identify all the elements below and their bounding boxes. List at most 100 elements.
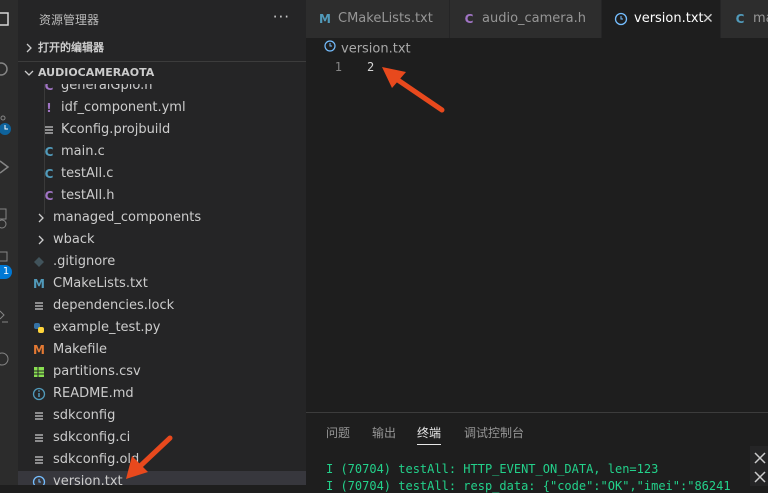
h-file-icon: C (44, 189, 54, 203)
close-icon[interactable]: ✕ (702, 0, 714, 38)
text-file-icon (32, 409, 46, 423)
extensions-icon[interactable] (0, 250, 12, 264)
tree-item-label: CMakeLists.txt (53, 276, 148, 291)
tree-item[interactable]: CgeneralGpio.h (18, 84, 306, 97)
tree-item[interactable]: ! idf_component.yml (18, 97, 306, 119)
tree-item[interactable]: Cmain.c (18, 141, 306, 163)
c-file-icon: C (44, 167, 54, 181)
tree-item-label: testAll.c (61, 166, 114, 181)
c-file-icon: C (735, 12, 745, 26)
tree-item[interactable]: M CMakeLists.txt (18, 273, 306, 295)
tree-item-label: managed_components (53, 210, 202, 225)
tree-item-label: idf_component.yml (61, 100, 186, 115)
explorer-title: 资源管理器 (39, 13, 100, 27)
tree-item-label: dependencies.lock (53, 298, 175, 313)
tree-item[interactable]: wback (18, 229, 306, 251)
tree-item-label: version.txt (53, 474, 123, 485)
tab-output[interactable]: 输出 (372, 424, 396, 444)
tree-item[interactable]: managed_components (18, 207, 306, 229)
breadcrumb[interactable]: version.txt (324, 38, 411, 60)
bottom-panel: 问题 输出 终端 调试控制台 I (70704) testAll: HTTP_E… (306, 412, 768, 493)
chevron-right-icon (34, 233, 48, 247)
remote-explorer-icon[interactable] (0, 208, 12, 229)
info-icon (32, 387, 46, 401)
annotation-arrow (126, 435, 173, 479)
editor-tab[interactable]: M CMakeLists.txt (306, 0, 450, 38)
espressif-icon[interactable] (0, 350, 12, 366)
tree-item-label: Kconfig.projbuild (61, 122, 171, 137)
editor-tab[interactable]: Caudio_camera.h (450, 0, 602, 38)
python-icon (32, 321, 46, 335)
c-file-icon: C (44, 145, 54, 159)
tree-item[interactable]: sdkconfig (18, 405, 306, 427)
run-debug-icon[interactable] (0, 160, 12, 174)
chevron-right-icon (34, 211, 48, 225)
cmake-file-icon: M (33, 277, 45, 291)
tree-item[interactable]: partitions.csv (18, 361, 306, 383)
text-file-icon (32, 431, 46, 445)
tree-item[interactable]: Kconfig.projbuild (18, 119, 306, 141)
text-file-icon (42, 123, 56, 137)
explorer-sidebar: 资源管理器 ··· 打开的编辑器 AUDIOCAMERAOTA Cgeneral… (18, 0, 306, 485)
source-control-icon[interactable] (0, 114, 12, 135)
tab-label: ma (753, 11, 768, 26)
tools-icon[interactable] (753, 470, 767, 488)
tools-icon[interactable] (753, 451, 767, 469)
tree-item-label: wback (53, 232, 95, 247)
tree-item-label: partitions.csv (53, 364, 141, 379)
tree-item[interactable]: README.md (18, 383, 306, 405)
text-file-icon (32, 453, 46, 467)
activity-bar: 1 (0, 0, 18, 485)
c-file-icon: C (464, 12, 474, 26)
terminal-list (750, 446, 768, 486)
explorer-header: 资源管理器 ··· (18, 0, 306, 38)
tree-item-label: sdkconfig (53, 408, 116, 423)
text-file-icon (32, 299, 46, 313)
tree-item-label: README.md (53, 386, 134, 401)
open-editors-section[interactable]: 打开的编辑器 (18, 37, 306, 59)
search-icon[interactable] (0, 62, 12, 76)
file-tree: CgeneralGpio.h! idf_component.yml Kconfig.… (18, 84, 306, 485)
tab-label: CMakeLists.txt (338, 11, 433, 26)
clock-icon (614, 12, 628, 26)
line-number: 1 (334, 60, 342, 74)
terminal-line: I (70704) testAll: resp_data: {"code":"O… (326, 479, 731, 493)
editor-tab[interactable]: Cma (721, 0, 768, 38)
tree-item[interactable]: .gitignore (18, 251, 306, 273)
tree-item[interactable]: M Makefile (18, 339, 306, 361)
tab-label: version.txt (634, 11, 704, 26)
cmake-file-icon: M (319, 12, 331, 26)
chevron-right-icon (24, 37, 36, 59)
tree-item[interactable]: CtestAll.h (18, 185, 306, 207)
notification-badge: 1 (0, 265, 12, 279)
tab-terminal[interactable]: 终端 (417, 424, 442, 445)
workspace-folder-section[interactable]: AUDIOCAMERAOTA (18, 61, 306, 84)
chevron-down-icon (24, 62, 36, 84)
tab-problems[interactable]: 问题 (326, 424, 350, 444)
tree-item-label: .gitignore (53, 254, 116, 269)
tab-label: audio_camera.h (482, 11, 586, 26)
tree-item-label: main.c (61, 144, 105, 159)
editor-tabs: M CMakeLists.txt Caudio_camera.h version.tx… (306, 0, 768, 38)
editor-tab[interactable]: version.txt ✕ (602, 0, 721, 38)
tree-item[interactable]: CtestAll.c (18, 163, 306, 185)
breadcrumb-file: version.txt (341, 41, 411, 57)
tree-item-label: example_test.py (53, 320, 161, 335)
tree-item-label: testAll.h (61, 188, 115, 203)
makefile-icon: M (33, 343, 45, 357)
yaml-file-icon: ! (46, 101, 52, 115)
tab-debug-console[interactable]: 调试控制台 (464, 424, 524, 444)
tree-item-label: generalGpio.h (61, 84, 153, 93)
more-actions-icon[interactable]: ··· (273, 8, 290, 26)
tree-item[interactable]: example_test.py (18, 317, 306, 339)
terminal-line: I (70704) testAll: HTTP_EVENT_ON_DATA, l… (326, 462, 659, 476)
annotation-arrow (382, 67, 445, 113)
h-file-icon: C (44, 84, 54, 93)
clock-icon (324, 38, 336, 60)
git-icon (32, 255, 46, 269)
tree-item[interactable]: dependencies.lock (18, 295, 306, 317)
testing-icon[interactable] (0, 308, 12, 323)
open-editors-label: 打开的编辑器 (38, 41, 104, 54)
clock-icon (32, 475, 46, 485)
files-icon[interactable] (0, 12, 12, 26)
